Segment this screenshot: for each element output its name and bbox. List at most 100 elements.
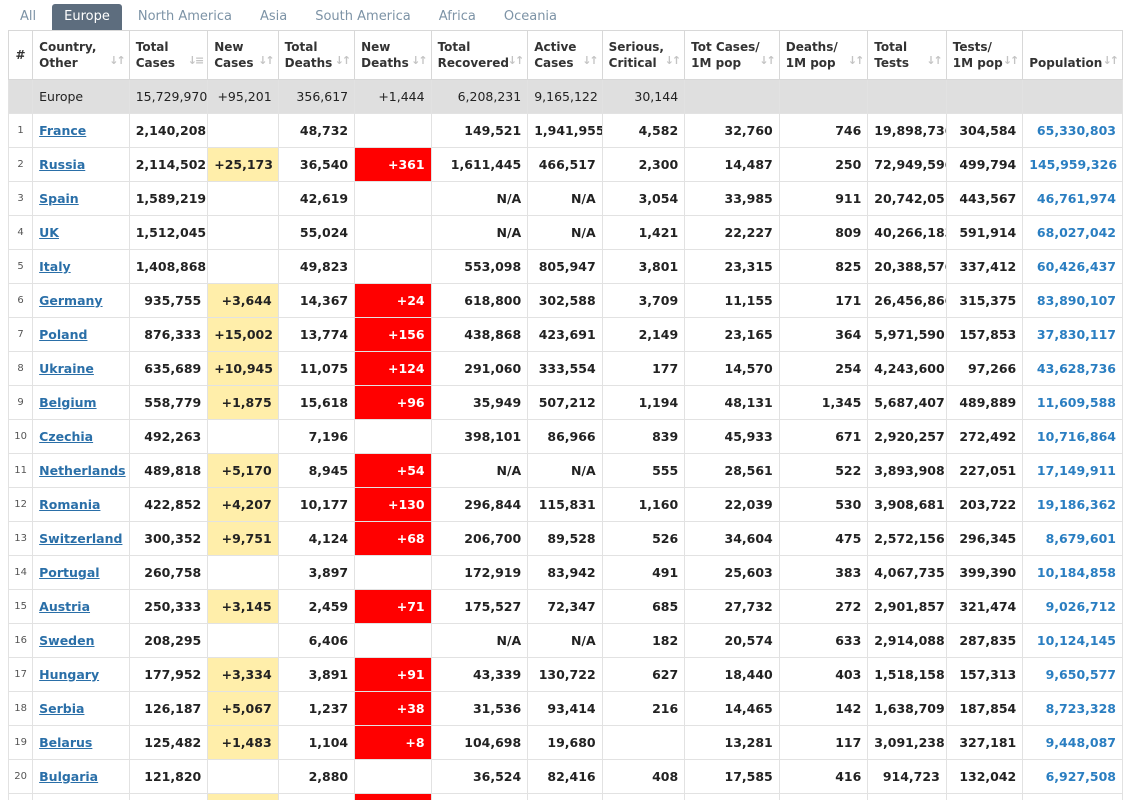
country-link[interactable]: Italy xyxy=(39,259,71,274)
header-total-deaths-line1: Total xyxy=(284,40,318,54)
country-link[interactable]: Poland xyxy=(39,327,87,342)
cell-total-deaths xyxy=(277,793,356,800)
country-link[interactable]: Sweden xyxy=(39,633,94,648)
table-row: 11 Netherlands 489,818 +5,170 8,945 +54 N/A N/A… xyxy=(8,453,1123,488)
country-link[interactable]: Belgium xyxy=(39,395,96,410)
cell-new-cases: +3,334 xyxy=(207,657,279,692)
cell-idx: 1 xyxy=(8,113,34,148)
tab-all[interactable]: All xyxy=(8,4,48,30)
country-link[interactable]: Ukraine xyxy=(39,361,94,376)
cell-idx: 11 xyxy=(8,453,34,488)
cell-tot-cases-1m: 17,585 xyxy=(684,759,780,794)
country-link[interactable]: Czechia xyxy=(39,429,93,444)
header-total-recovered[interactable]: Total Recovered ↓↑ xyxy=(430,30,529,80)
cell-active-cases: 333,554 xyxy=(527,351,603,386)
cell-tot-cases-1m: 22,227 xyxy=(684,215,780,250)
cell-total-tests: 1,638,709 xyxy=(867,691,947,726)
sort-arrows-icon[interactable]: ↓↑ xyxy=(411,53,428,69)
header-active-cases-line1: Active xyxy=(534,40,577,54)
sort-arrows-icon[interactable]: ↓↑ xyxy=(109,53,126,69)
country-link[interactable]: Germany xyxy=(39,293,102,308)
table-row: 15 Austria 250,333 +3,145 2,459 +71 175,527 72,… xyxy=(8,589,1123,624)
cell-new-deaths: +96 xyxy=(354,385,432,420)
cell-new-cases xyxy=(207,555,279,590)
sort-arrows-icon[interactable]: ↓↑ xyxy=(665,53,682,69)
tab-south-america[interactable]: South America xyxy=(303,4,423,30)
cell-deaths-1m: 475 xyxy=(778,521,869,556)
header-new-cases-line1: New xyxy=(214,40,244,54)
country-link[interactable]: UK xyxy=(39,225,59,240)
country-link[interactable]: France xyxy=(39,123,86,138)
sort-arrows-icon[interactable]: ↓↑ xyxy=(335,53,352,69)
header-index-label: # xyxy=(15,48,26,62)
country-link[interactable]: Bulgaria xyxy=(39,769,98,784)
country-link[interactable]: Hungary xyxy=(39,667,99,682)
country-link[interactable]: Russia xyxy=(39,157,85,172)
header-total-deaths[interactable]: Total Deaths ↓↑ xyxy=(277,30,356,80)
cell-tot-cases-1m: 25,603 xyxy=(684,555,780,590)
cell-total-recovered xyxy=(430,793,529,800)
cell-total-deaths: 2,459 xyxy=(277,589,356,624)
cell-deaths-1m: 633 xyxy=(778,623,869,658)
sort-arrows-icon[interactable]: ↓↑ xyxy=(582,53,599,69)
country-link[interactable]: Austria xyxy=(39,599,90,614)
tab-north-america[interactable]: North America xyxy=(126,4,244,30)
country-link[interactable]: Belarus xyxy=(39,735,92,750)
cell-country: Sweden xyxy=(32,623,130,658)
cell-new-cases xyxy=(207,623,279,658)
sort-arrows-icon[interactable]: ↓↑ xyxy=(926,53,943,69)
header-active-cases[interactable]: Active Cases ↓↑ xyxy=(527,30,603,80)
cell-tot-cases-1m: 14,570 xyxy=(684,351,780,386)
sort-arrows-icon[interactable]: ↓↑ xyxy=(848,53,865,69)
header-new-cases[interactable]: New Cases ↓↑ xyxy=(207,30,279,80)
header-total-cases[interactable]: Total Cases ↓≡ xyxy=(128,30,209,80)
sort-arrows-icon[interactable]: ↓↑ xyxy=(508,53,525,69)
cell-serious: 627 xyxy=(601,657,686,692)
sort-arrows-icon[interactable]: ↓↑ xyxy=(1103,53,1120,69)
region-serious: 30,144 xyxy=(601,79,686,114)
table-row: 19 Belarus 125,482 +1,483 1,104 +8 104,698 19,6… xyxy=(8,725,1123,760)
country-link[interactable]: Netherlands xyxy=(39,463,125,478)
header-population[interactable]: Population ↓↑ xyxy=(1022,30,1123,80)
tab-asia[interactable]: Asia xyxy=(248,4,299,30)
tab-europe[interactable]: Europe xyxy=(52,4,122,30)
tab-oceania[interactable]: Oceania xyxy=(492,4,569,30)
header-deaths-1m[interactable]: Deaths/1M pop ↓↑ xyxy=(778,30,869,80)
header-tests-1m[interactable]: Tests/1M pop ↓↑ xyxy=(945,30,1024,80)
country-link[interactable]: Spain xyxy=(39,191,79,206)
cell-tests-1m: 321,474 xyxy=(945,589,1024,624)
cell-total-tests: 40,266,183 xyxy=(867,215,947,250)
cell-population: 37,830,117 xyxy=(1022,317,1123,352)
country-link[interactable]: Serbia xyxy=(39,701,84,716)
covid-stats-table: # Country, Other ↓↑ Total Cases ↓≡ New Cases ↓… xyxy=(8,30,1123,800)
sort-desc-icon[interactable]: ↓≡ xyxy=(188,53,205,69)
sort-arrows-icon[interactable]: ↓↑ xyxy=(1003,53,1020,69)
table-row: 9 Belgium 558,779 +1,875 15,618 +96 35,949 507,… xyxy=(8,385,1123,420)
country-link[interactable]: Romania xyxy=(39,497,100,512)
country-link[interactable]: Switzerland xyxy=(39,531,122,546)
cell-deaths-1m: 1,345 xyxy=(778,385,869,420)
cell-tests-1m: 399,390 xyxy=(945,555,1024,590)
header-total-tests[interactable]: Total Tests ↓↑ xyxy=(867,30,947,80)
cell-deaths-1m: 403 xyxy=(778,657,869,692)
cell-total-cases: 935,755 xyxy=(128,283,209,318)
country-link[interactable]: Portugal xyxy=(39,565,99,580)
cell-total-deaths: 6,406 xyxy=(277,623,356,658)
header-country[interactable]: Country, Other ↓↑ xyxy=(32,30,130,80)
cell-tests-1m: 157,853 xyxy=(945,317,1024,352)
header-total-recovered-line1: Total xyxy=(437,40,471,54)
table-row: 5 Italy 1,408,868 49,823 553,098 805,947 3,801… xyxy=(8,249,1123,284)
cell-total-cases: 177,952 xyxy=(128,657,209,692)
cell-total-recovered: 35,949 xyxy=(430,385,529,420)
cell-deaths-1m: 911 xyxy=(778,181,869,216)
stats-table-container[interactable]: # Country, Other ↓↑ Total Cases ↓≡ New Cases ↓… xyxy=(8,30,1123,800)
header-new-deaths[interactable]: New Deaths ↓↑ xyxy=(354,30,432,80)
cell-serious: 1,194 xyxy=(601,385,686,420)
header-serious-critical[interactable]: Serious, Critical ↓↑ xyxy=(601,30,686,80)
sort-arrows-icon[interactable]: ↓↑ xyxy=(759,53,776,69)
cell-new-cases: +5,170 xyxy=(207,453,279,488)
sort-arrows-icon[interactable]: ↓↑ xyxy=(258,53,275,69)
cell-total-recovered: 296,844 xyxy=(430,487,529,522)
tab-africa[interactable]: Africa xyxy=(427,4,488,30)
header-tot-cases-1m[interactable]: Tot Cases/1M pop ↓↑ xyxy=(684,30,780,80)
